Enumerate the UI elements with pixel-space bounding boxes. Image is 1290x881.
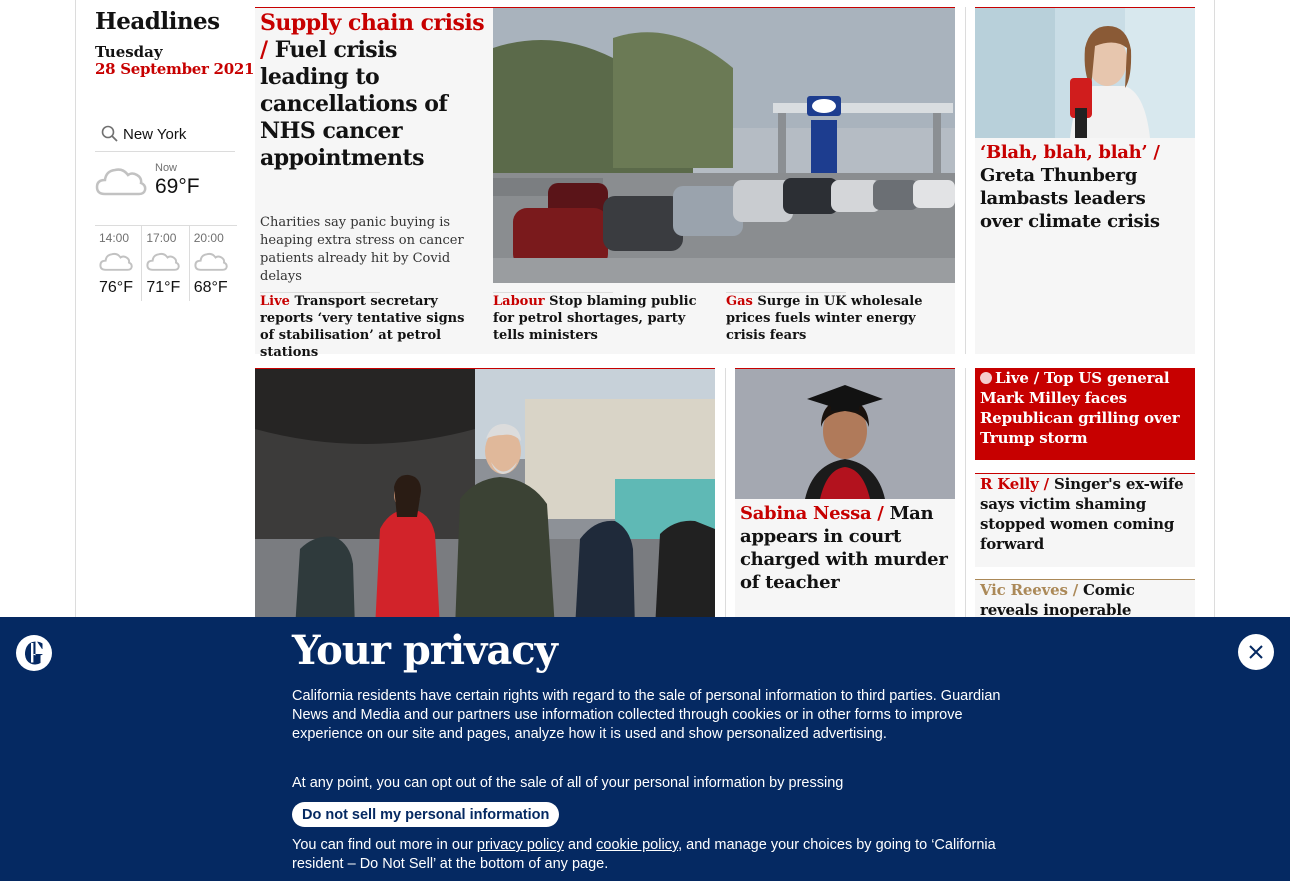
close-privacy-button[interactable]	[1238, 634, 1274, 670]
privacy-policy-link[interactable]: privacy policy	[477, 837, 564, 853]
forecast-temp: 71°F	[146, 279, 181, 296]
privacy-title: Your privacy	[292, 627, 558, 674]
date-day: Tuesday	[95, 43, 163, 61]
privacy-paragraph: At any point, you can opt out of the sal…	[292, 775, 844, 791]
lead-standfirst: Charities say panic buying is heaping ex…	[260, 215, 464, 284]
cloud-icon	[99, 252, 133, 271]
sublink-text: Surge in UK wholesale prices fuels winte…	[726, 294, 923, 343]
weather-location-search[interactable]	[95, 117, 235, 152]
now-label: Now	[155, 162, 178, 174]
do-not-sell-button[interactable]: Do not sell my personal information	[292, 802, 560, 827]
search-icon	[101, 125, 118, 142]
privacy-text-segment: and	[563, 837, 597, 853]
close-icon	[1249, 645, 1263, 659]
forecast-item: 20:00 68°F	[190, 226, 237, 301]
greta-kicker: ‘Blah, blah, blah’ /	[980, 142, 1160, 163]
forecast-time: 20:00	[193, 231, 224, 245]
sublink-text: Transport secretary reports ‘very tentat…	[260, 294, 465, 360]
lead-story-card[interactable]: Supply chain crisis / Fuel crisis leadin…	[255, 7, 955, 360]
location-input[interactable]	[123, 125, 233, 143]
date-full: 28 September 2021	[95, 60, 255, 78]
guardian-logo-icon	[16, 635, 52, 671]
weather-forecast: 14:00 76°F 17:00 71°F 20:00 68°F	[95, 225, 237, 301]
sabina-photo[interactable]	[735, 369, 955, 499]
live-headline[interactable]: Live / Top US general Mark Milley faces …	[980, 368, 1190, 448]
lead-headline-text: Fuel crisis leading to cancellations of …	[260, 37, 448, 171]
rkelly-story-card[interactable]: R Kelly / Singer's ex-wife says victim s…	[975, 473, 1195, 567]
forecast-item: 14:00 76°F	[95, 226, 143, 301]
cloud-icon	[146, 252, 181, 271]
sublink-gas[interactable]: Gas Surge in UK wholesale prices fuels w…	[726, 293, 946, 344]
greta-headline[interactable]: ‘Blah, blah, blah’ / Greta Thunberg lamb…	[980, 141, 1190, 233]
section-title: Headlines	[95, 8, 220, 35]
now-temperature: 69°F	[155, 175, 200, 198]
lead-headline[interactable]: Supply chain crisis / Fuel crisis leadin…	[260, 10, 485, 172]
sublink-labour[interactable]: Labour Stop blaming public for petrol sh…	[493, 293, 708, 344]
cloud-icon	[95, 168, 147, 196]
forecast-time: 17:00	[146, 231, 177, 245]
vic-kicker: Vic Reeves /	[980, 581, 1078, 599]
forecast-temp: 68°F	[193, 279, 228, 296]
sublink-kicker: Gas	[726, 294, 753, 309]
column-divider	[965, 368, 966, 628]
greta-headline-text: Greta Thunberg lambasts leaders over cli…	[980, 165, 1160, 232]
forecast-time: 14:00	[99, 231, 130, 245]
column-divider	[965, 7, 966, 354]
rkelly-kicker: R Kelly /	[980, 475, 1049, 493]
privacy-paragraph: California residents have certain rights…	[292, 688, 1001, 742]
corbyn-photo[interactable]	[255, 369, 715, 628]
cookie-policy-link[interactable]: cookie policy	[596, 837, 678, 853]
live-pulse-icon	[980, 372, 992, 384]
sublink-live[interactable]: Live Transport secretary reports ‘very t…	[260, 293, 475, 361]
corbyn-story-card[interactable]	[255, 368, 715, 628]
greta-photo[interactable]	[975, 8, 1195, 138]
privacy-banner: Your privacy California residents have c…	[0, 617, 1290, 881]
live-story-card[interactable]: Live / Top US general Mark Milley faces …	[975, 368, 1195, 460]
greta-story-card[interactable]: ‘Blah, blah, blah’ / Greta Thunberg lamb…	[975, 7, 1195, 354]
sublink-kicker: Live	[260, 294, 290, 309]
sabina-kicker: Sabina Nessa /	[740, 503, 884, 524]
forecast-temp: 76°F	[99, 279, 133, 296]
rkelly-headline[interactable]: R Kelly / Singer's ex-wife says victim s…	[980, 474, 1190, 554]
lead-sublinks: Live Transport secretary reports ‘very t…	[260, 292, 950, 360]
column-divider	[725, 368, 726, 628]
privacy-paragraph: You can find out more in our privacy pol…	[292, 836, 1012, 874]
cloud-icon	[194, 252, 228, 271]
live-kicker: Live /	[995, 369, 1040, 387]
privacy-text-segment: You can find out more in our	[292, 837, 477, 853]
sabina-headline[interactable]: Sabina Nessa / Man appears in court char…	[740, 502, 950, 594]
forecast-item: 17:00 71°F	[142, 226, 190, 301]
fuel-queue-photo[interactable]	[493, 8, 955, 283]
sublink-kicker: Labour	[493, 294, 545, 309]
sabina-story-card[interactable]: Sabina Nessa / Man appears in court char…	[735, 368, 955, 628]
